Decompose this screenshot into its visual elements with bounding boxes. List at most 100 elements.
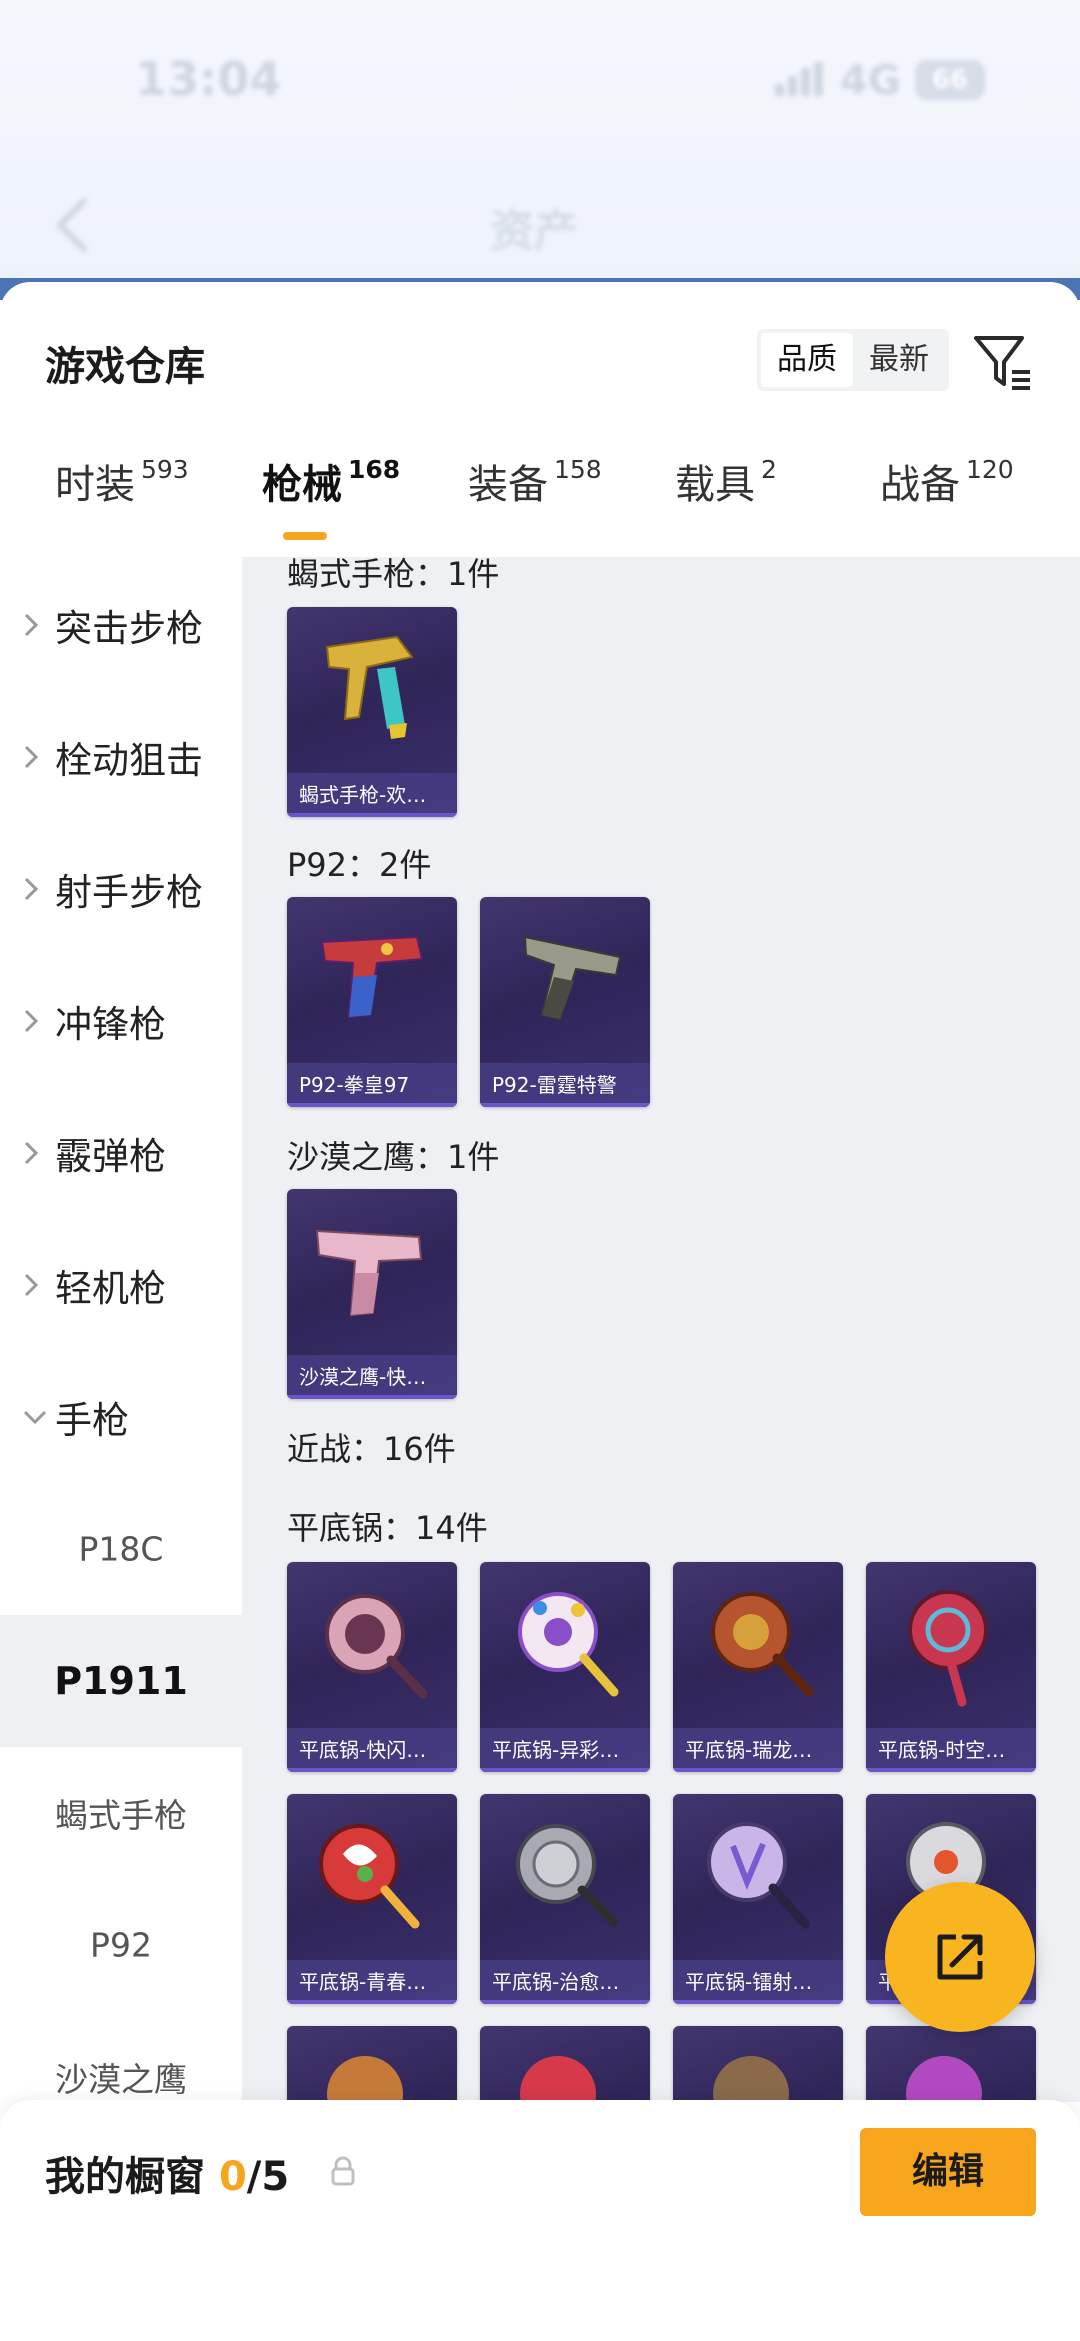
category-smg[interactable]: 冲锋枪 bbox=[0, 955, 242, 1087]
tab-fashion[interactable]: 时装 593 bbox=[55, 452, 189, 510]
category-lmg[interactable]: 轻机枪 bbox=[0, 1219, 242, 1351]
item-card[interactable]: 沙漠之鹰-快… bbox=[287, 1189, 457, 1399]
card-rarity-line bbox=[287, 2000, 457, 2004]
item-card[interactable]: P92-拳皇97 bbox=[287, 897, 457, 1107]
category-assault-rifle[interactable]: 突击步枪 bbox=[0, 559, 242, 691]
pan-image bbox=[711, 1592, 814, 1697]
item-caption: 平底锅-瑞龙… bbox=[673, 1728, 843, 1772]
item-card[interactable]: 平底锅-时空… bbox=[866, 1562, 1036, 1772]
chevron-right-icon bbox=[24, 877, 39, 901]
item-caption: 平底锅-青春… bbox=[287, 1960, 457, 2004]
signal-icon bbox=[775, 62, 825, 96]
warehouse-sheet: 游戏仓库 品质 最新 时装 593 枪械 168 装备 158 载具 2 战备 120 突… bbox=[0, 282, 1080, 2102]
section-label: P92：2件 bbox=[287, 846, 432, 884]
category-shotgun[interactable]: 霰弹枪 bbox=[0, 1087, 242, 1219]
tab-count: 158 bbox=[554, 455, 602, 484]
back-icon[interactable] bbox=[48, 195, 98, 255]
weapon-category-list: 突击步枪 栓动狙击 射手步枪 冲锋枪 霰弹枪 轻机枪 手枪 P18C P1911… bbox=[0, 557, 242, 2102]
section-label: 平底锅：14件 bbox=[287, 1509, 488, 1547]
pan-image bbox=[518, 1592, 619, 1697]
subcategory-label: P18C bbox=[78, 1529, 164, 1569]
tab-label: 枪械 bbox=[262, 462, 342, 508]
tab-label: 载具 bbox=[675, 462, 755, 508]
card-rarity-line bbox=[480, 1103, 650, 1107]
item-caption: 沙漠之鹰-快… bbox=[287, 1355, 457, 1399]
pan-image bbox=[906, 2056, 982, 2102]
pan-image bbox=[319, 1824, 420, 1929]
item-card[interactable]: 平底锅-治愈… bbox=[480, 1794, 650, 2004]
tab-supplies[interactable]: 战备 120 bbox=[880, 452, 1014, 510]
showcase-total: /5 bbox=[246, 2154, 290, 2200]
chevron-right-icon bbox=[24, 1273, 39, 1297]
tab-count: 168 bbox=[348, 455, 401, 484]
pan-image bbox=[520, 2056, 596, 2102]
category-pistol[interactable]: 手枪 bbox=[0, 1351, 242, 1483]
pan-image bbox=[516, 1824, 619, 1927]
tab-count: 2 bbox=[761, 455, 777, 484]
subcategory-label: P92 bbox=[90, 1925, 152, 1965]
category-bolt-sniper[interactable]: 栓动狙击 bbox=[0, 691, 242, 823]
sheet-title: 游戏仓库 bbox=[45, 344, 205, 390]
section-label: 近战：16件 bbox=[287, 1430, 456, 1468]
tab-equipment[interactable]: 装备 158 bbox=[468, 452, 602, 510]
showcase-title: 我的橱窗 bbox=[45, 2154, 205, 2200]
pan-image bbox=[325, 1594, 428, 1699]
section-label: 蝎式手枪：1件 bbox=[287, 557, 500, 593]
item-card[interactable]: 平底锅-镭射… bbox=[673, 1794, 843, 2004]
tab-label: 时装 bbox=[55, 462, 135, 508]
filter-icon[interactable] bbox=[972, 330, 1034, 392]
subcategory-p1911[interactable]: P1911 bbox=[0, 1615, 242, 1747]
item-card[interactable]: P92-雷霆特警 bbox=[480, 897, 650, 1107]
item-caption: P92-拳皇97 bbox=[287, 1063, 457, 1107]
item-card[interactable]: 平底锅-瑞龙… bbox=[673, 1562, 843, 1772]
category-tabs: 时装 593 枪械 168 装备 158 载具 2 战备 120 bbox=[0, 452, 1080, 562]
showcase-label: 我的橱窗 0/5 bbox=[45, 2144, 289, 2202]
card-rarity-line bbox=[480, 2000, 650, 2004]
item-caption: 平底锅-治愈… bbox=[480, 1960, 650, 2004]
chevron-right-icon bbox=[24, 1141, 39, 1165]
tab-vehicles[interactable]: 载具 2 bbox=[675, 452, 777, 510]
desert-eagle-image bbox=[315, 1229, 423, 1317]
category-label: 手枪 bbox=[55, 1399, 129, 1442]
item-card[interactable] bbox=[673, 2026, 843, 2102]
tab-guns[interactable]: 枪械 168 bbox=[262, 452, 400, 510]
chevron-right-icon bbox=[24, 1009, 39, 1033]
item-card[interactable]: 平底锅-青春… bbox=[287, 1794, 457, 2004]
card-rarity-line bbox=[287, 1395, 457, 1399]
sort-newest-button[interactable]: 最新 bbox=[853, 333, 945, 387]
item-card[interactable] bbox=[287, 2026, 457, 2102]
subcategory-p18c[interactable]: P18C bbox=[0, 1483, 242, 1615]
share-button[interactable] bbox=[885, 1882, 1035, 2032]
category-marksman-rifle[interactable]: 射手步枪 bbox=[0, 823, 242, 955]
subcategory-label: P1911 bbox=[54, 1659, 188, 1703]
item-card[interactable] bbox=[480, 2026, 650, 2102]
item-card[interactable] bbox=[866, 2026, 1036, 2102]
item-grid-panel: 蝎式手枪：1件 蝎式手枪-欢… P92：2件 P92-拳皇97 P92-雷霆特警… bbox=[242, 557, 1080, 2102]
chevron-right-icon bbox=[24, 745, 39, 769]
item-card[interactable]: 平底锅-异彩… bbox=[480, 1562, 650, 1772]
p92-pistol-image bbox=[320, 935, 424, 1019]
network-label: 4G bbox=[840, 58, 901, 104]
category-label: 射手步枪 bbox=[55, 871, 203, 914]
tab-count: 593 bbox=[141, 455, 189, 484]
sort-quality-button[interactable]: 品质 bbox=[761, 333, 853, 387]
item-card[interactable]: 平底锅-快闪… bbox=[287, 1562, 457, 1772]
category-label: 霰弹枪 bbox=[55, 1135, 166, 1178]
chevron-right-icon bbox=[24, 613, 39, 637]
item-caption: 平底锅-快闪… bbox=[287, 1728, 457, 1772]
tab-count: 120 bbox=[966, 455, 1014, 484]
pan-image bbox=[908, 1590, 988, 1707]
status-time: 13:04 bbox=[135, 52, 282, 106]
item-card[interactable]: 蝎式手枪-欢… bbox=[287, 607, 457, 817]
pan-image bbox=[713, 2056, 789, 2102]
card-rarity-line bbox=[673, 1768, 843, 1772]
card-rarity-line bbox=[866, 1768, 1036, 1772]
subcategory-scorpion[interactable]: 蝎式手枪 bbox=[0, 1747, 242, 1879]
section-label: 沙漠之鹰：1件 bbox=[287, 1138, 500, 1176]
p92-pistol-image bbox=[523, 935, 622, 1021]
card-rarity-line bbox=[673, 2000, 843, 2004]
showcase-count: 0 bbox=[218, 2154, 247, 2200]
edit-button[interactable]: 编辑 bbox=[860, 2128, 1036, 2216]
subcategory-p92[interactable]: P92 bbox=[0, 1879, 242, 2011]
subcategory-desert-eagle[interactable]: 沙漠之鹰 bbox=[0, 2011, 242, 2102]
